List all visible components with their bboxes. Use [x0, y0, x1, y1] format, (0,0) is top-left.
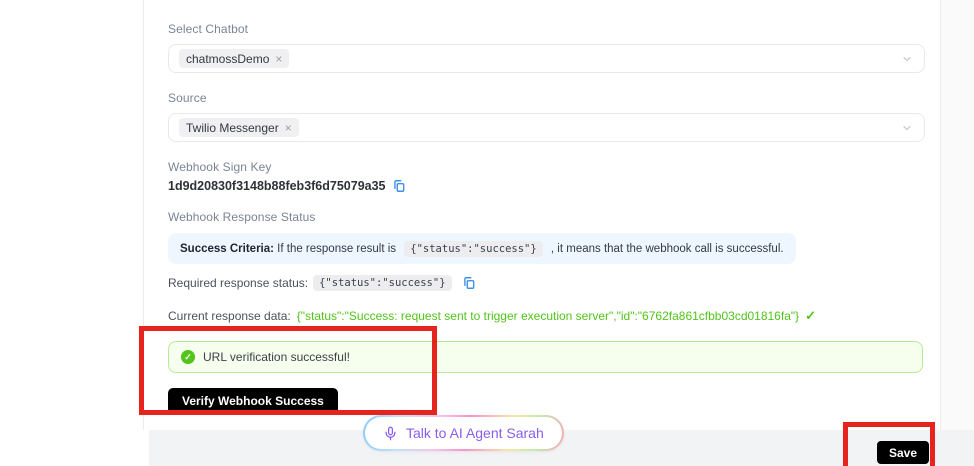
talk-agent-button-border: Talk to AI Agent Sarah [363, 415, 564, 451]
page-right-gutter [940, 0, 974, 430]
required-response-code: {"status":"success"} [313, 275, 451, 291]
select-chatbot-label: Select Chatbot [168, 22, 248, 36]
chevron-down-icon[interactable] [901, 122, 913, 134]
verify-webhook-button[interactable]: Verify Webhook Success [168, 388, 338, 414]
panel-left-border [143, 0, 144, 430]
url-verification-alert: ✓ URL verification successful! [168, 341, 923, 373]
success-criteria-title: Success Criteria: [180, 243, 274, 255]
required-response-label: Required response status: [168, 276, 308, 290]
select-chatbot-input[interactable]: chatmossDemo × [168, 44, 925, 73]
webhook-response-status-label: Webhook Response Status [168, 210, 316, 224]
webhook-settings-page: Select Chatbot chatmossDemo × Source Twi… [0, 0, 974, 466]
webhook-sign-key-row: 1d9d20830f3148b88feb3f6d75079a35 [168, 179, 406, 193]
remove-tag-icon[interactable]: × [285, 122, 292, 134]
required-response-row: Required response status: {"status":"suc… [168, 275, 476, 291]
remove-tag-icon[interactable]: × [275, 53, 282, 65]
copy-icon[interactable] [462, 276, 476, 290]
webhook-sign-key-value: 1d9d20830f3148b88feb3f6d75079a35 [168, 179, 386, 193]
chevron-down-icon[interactable] [901, 53, 913, 65]
url-verification-alert-text: URL verification successful! [203, 350, 350, 364]
success-check-icon: ✓ [181, 350, 195, 364]
success-criteria-code: {"status":"success"} [404, 241, 542, 257]
source-tag: Twilio Messenger × [179, 118, 299, 137]
talk-to-agent-button[interactable]: Talk to AI Agent Sarah [365, 417, 562, 449]
current-response-row: Current response data: {"status":"Succes… [168, 308, 816, 324]
copy-icon[interactable] [392, 179, 406, 193]
current-response-label: Current response data: [168, 309, 291, 323]
source-label: Source [168, 91, 207, 105]
source-tag-label: Twilio Messenger [186, 121, 279, 135]
success-criteria-text-post: , it means that the webhook call is succ… [548, 243, 784, 255]
chatbot-tag-label: chatmossDemo [186, 52, 269, 66]
source-input[interactable]: Twilio Messenger × [168, 113, 925, 142]
success-criteria-text-pre: If the response result is [274, 243, 399, 255]
talk-to-agent-label: Talk to AI Agent Sarah [406, 425, 544, 441]
current-response-value: {"status":"Success: request sent to trig… [297, 309, 799, 323]
chatbot-tag: chatmossDemo × [179, 49, 289, 68]
success-criteria-note: Success Criteria: If the response result… [168, 233, 796, 264]
save-button[interactable]: Save [877, 441, 929, 464]
webhook-sign-key-label: Webhook Sign Key [168, 160, 271, 174]
check-icon: ✓ [805, 308, 816, 324]
microphone-icon [383, 426, 398, 441]
